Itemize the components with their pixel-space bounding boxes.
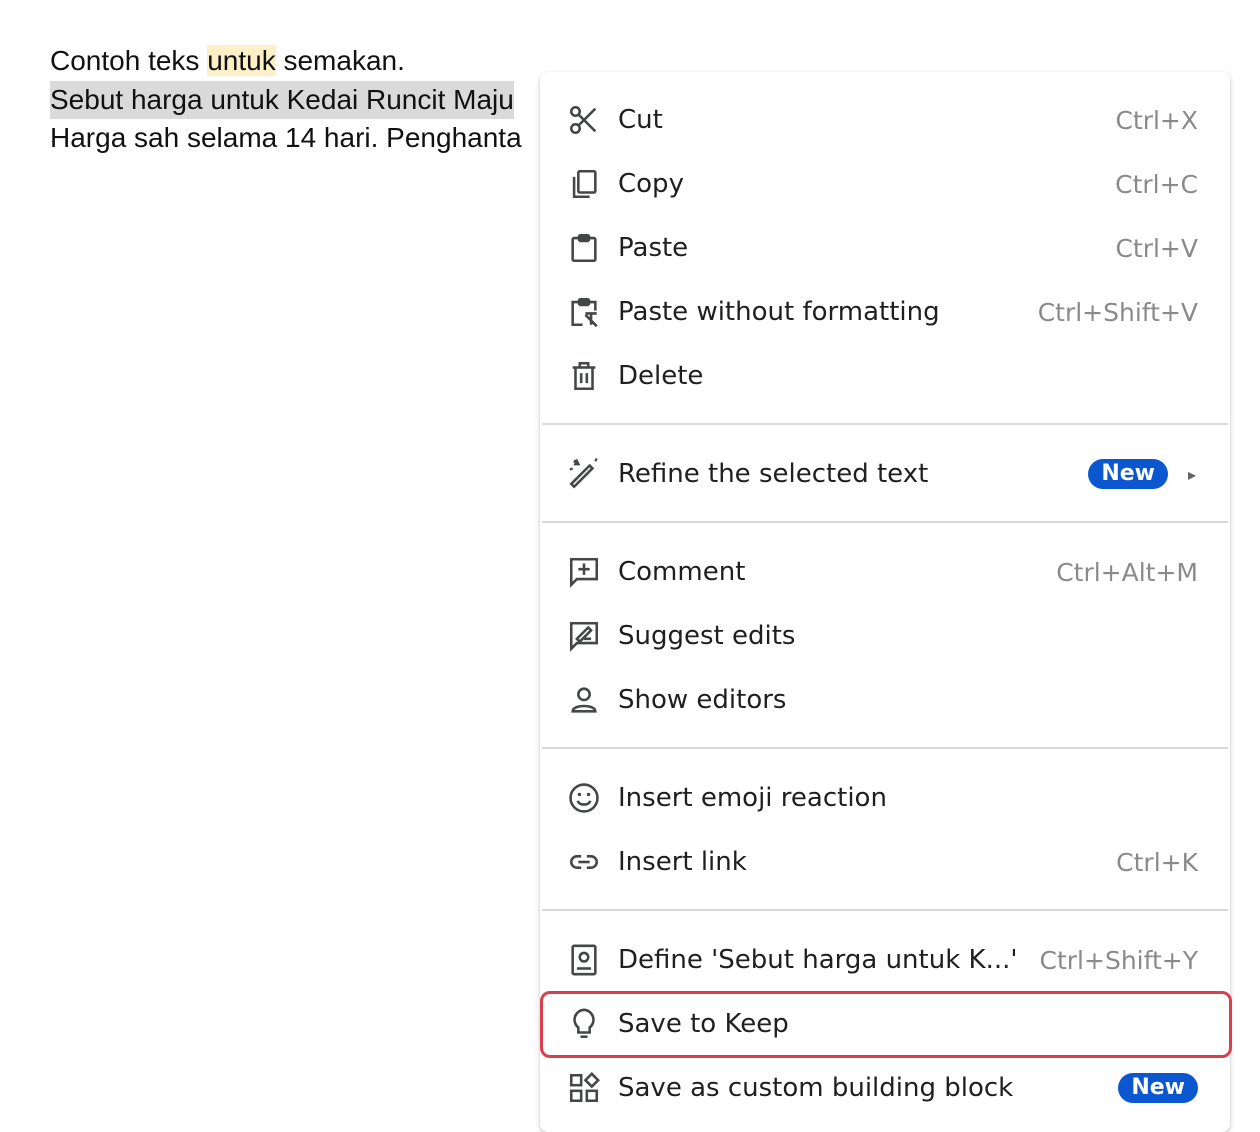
doc-line-2[interactable]: Sebut harga untuk Kedai Runcit Maju [50,80,522,119]
paste-label: Paste [618,233,689,263]
clipboard-clear-format-icon [566,294,602,330]
magic-pen-icon [566,456,602,492]
menu-item-delete[interactable]: Delete [540,344,1230,408]
person-icon [566,682,602,718]
suggest-label: Suggest edits [618,621,796,651]
comment-label: Comment [618,557,746,587]
doc-line-3-text: Harga sah selama 14 hari. Penghanta [50,122,522,153]
menu-item-refine-text[interactable]: Refine the selected text New ▸ [540,442,1230,506]
menu-item-save-to-keep[interactable]: Save to Keep [540,992,1230,1056]
link-icon [566,844,602,880]
new-badge: New [1088,459,1168,489]
define-shortcut: Ctrl+Shift+Y [1039,945,1198,975]
link-label: Insert link [618,847,747,877]
comment-shortcut: Ctrl+Alt+M [1056,557,1198,587]
paste-plain-label: Paste without formatting [618,297,940,327]
copy-shortcut: Ctrl+C [1115,169,1198,199]
menu-item-comment[interactable]: Comment Ctrl+Alt+M [540,540,1230,604]
menu-item-insert-emoji[interactable]: Insert emoji reaction [540,766,1230,830]
building-block-label: Save as custom building block [618,1073,1014,1103]
context-menu: Cut Ctrl+X Copy Ctrl+C Paste Ctrl+V Past… [540,72,1232,1132]
menu-divider [542,423,1228,425]
building-block-icon [566,1070,602,1106]
menu-item-paste-without-formatting[interactable]: Paste without formatting Ctrl+Shift+V [540,280,1230,344]
add-comment-icon [566,554,602,590]
doc-line-3[interactable]: Harga sah selama 14 hari. Penghanta [50,119,522,158]
keep-label: Save to Keep [618,1009,789,1039]
copy-icon [566,166,602,202]
menu-item-paste[interactable]: Paste Ctrl+V [540,216,1230,280]
delete-label: Delete [618,361,704,391]
scissors-icon [566,102,602,138]
menu-divider [542,909,1228,911]
smiley-icon [566,780,602,816]
paste-plain-shortcut: Ctrl+Shift+V [1037,297,1198,327]
clipboard-icon [566,230,602,266]
cut-shortcut: Ctrl+X [1115,105,1198,135]
menu-item-define[interactable]: Define 'Sebut harga untuk K...' Ctrl+Shi… [540,928,1230,992]
show-editors-label: Show editors [618,685,787,715]
doc-line-1[interactable]: Contoh teks untuk semakan. [50,42,522,81]
menu-item-insert-link[interactable]: Insert link Ctrl+K [540,830,1230,894]
menu-item-show-editors[interactable]: Show editors [540,668,1230,732]
menu-divider [542,521,1228,523]
menu-item-suggest-edits[interactable]: Suggest edits [540,604,1230,668]
suggest-edit-icon [566,618,602,654]
paste-shortcut: Ctrl+V [1115,233,1198,263]
lightbulb-icon [566,1006,602,1042]
highlighted-word: untuk [207,45,276,76]
emoji-label: Insert emoji reaction [618,783,887,813]
copy-label: Copy [618,169,684,199]
doc-line-1-before: Contoh teks [50,45,208,76]
link-shortcut: Ctrl+K [1116,847,1198,877]
menu-item-copy[interactable]: Copy Ctrl+C [540,152,1230,216]
doc-line-1-after: semakan. [275,45,405,76]
trash-icon [566,358,602,394]
menu-divider [542,747,1228,749]
dictionary-icon [566,942,602,978]
selected-text: Sebut harga untuk Kedai Runcit Maju [50,80,514,119]
submenu-arrow-icon: ▸ [1187,464,1196,484]
cut-label: Cut [618,105,663,135]
define-label: Define 'Sebut harga untuk K...' [618,945,1018,975]
new-badge: New [1118,1073,1198,1103]
refine-label: Refine the selected text [618,459,929,489]
document-body[interactable]: Contoh teks untuk semakan. Sebut harga u… [50,42,522,158]
menu-item-cut[interactable]: Cut Ctrl+X [540,88,1230,152]
menu-item-save-building-block[interactable]: Save as custom building block New [540,1056,1230,1120]
